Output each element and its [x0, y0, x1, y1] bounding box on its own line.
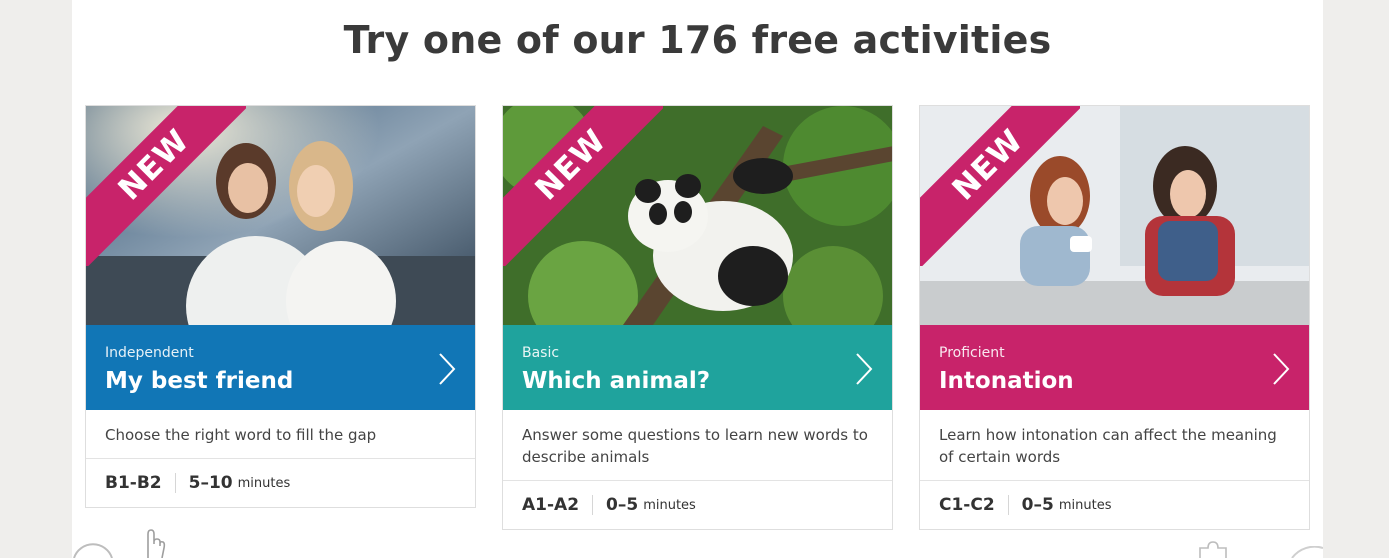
card-level: Independent: [105, 345, 194, 361]
chevron-right-icon: [856, 353, 873, 385]
chevron-right-icon: [439, 353, 456, 385]
card-description: Answer some questions to learn new words…: [503, 410, 892, 481]
cefr-level: B1-B2: [105, 473, 162, 493]
divider: [1007, 495, 1009, 515]
card-meta: A1-A2 0–5 minutes: [503, 481, 892, 529]
hand-pointer-icon: [147, 529, 166, 558]
card-title-band[interactable]: Proficient Intonation: [920, 325, 1309, 410]
card-title: My best friend: [105, 368, 294, 394]
duration-unit: minutes: [643, 497, 696, 513]
circle-outline-icon: [73, 543, 113, 558]
duration-unit: minutes: [1058, 497, 1112, 513]
card-meta: C1-C2 0–5 minutes: [920, 481, 1309, 529]
cefr-level: A1-A2: [522, 495, 580, 515]
new-ribbon: NEW: [920, 106, 1080, 266]
card-description: Learn how intonation can affect the mean…: [920, 410, 1309, 481]
duration: 5–10: [188, 473, 233, 493]
card-description: Choose the right word to fill the gap: [86, 410, 475, 459]
puzzle-piece-icon: [1199, 541, 1227, 558]
new-ribbon: NEW: [503, 106, 663, 266]
chevron-right-icon: [1273, 353, 1290, 385]
card-title: Intonation: [939, 368, 1074, 394]
divider: [174, 473, 176, 493]
cefr-level: C1-C2: [939, 495, 995, 515]
duration-unit: minutes: [237, 475, 291, 491]
card-title-band[interactable]: Basic Which animal?: [503, 325, 892, 410]
divider: [592, 495, 594, 515]
activity-photo: NEW: [86, 106, 475, 325]
activity-card-which-animal[interactable]: NEW Basic Which animal? Answer some ques…: [502, 105, 893, 530]
activity-photo: NEW: [503, 106, 892, 325]
card-title: Which animal?: [522, 368, 711, 394]
card-title-band[interactable]: Independent My best friend: [86, 325, 475, 410]
page-heading: Try one of our 176 free activities: [343, 18, 1052, 62]
duration: 0–5: [606, 495, 639, 515]
card-meta: B1-B2 5–10 minutes: [86, 459, 475, 507]
activity-card-intonation[interactable]: NEW Proficient Intonation Learn how into…: [919, 105, 1310, 530]
duration: 0–5: [1021, 495, 1054, 515]
activity-photo: NEW: [920, 106, 1309, 325]
circle-outline-icon: [1291, 546, 1323, 558]
new-ribbon: NEW: [86, 106, 246, 266]
card-level: Proficient: [939, 345, 1005, 361]
card-level: Basic: [522, 345, 560, 361]
activity-card-my-best-friend[interactable]: NEW Independent My best friend Choose th…: [85, 105, 476, 508]
